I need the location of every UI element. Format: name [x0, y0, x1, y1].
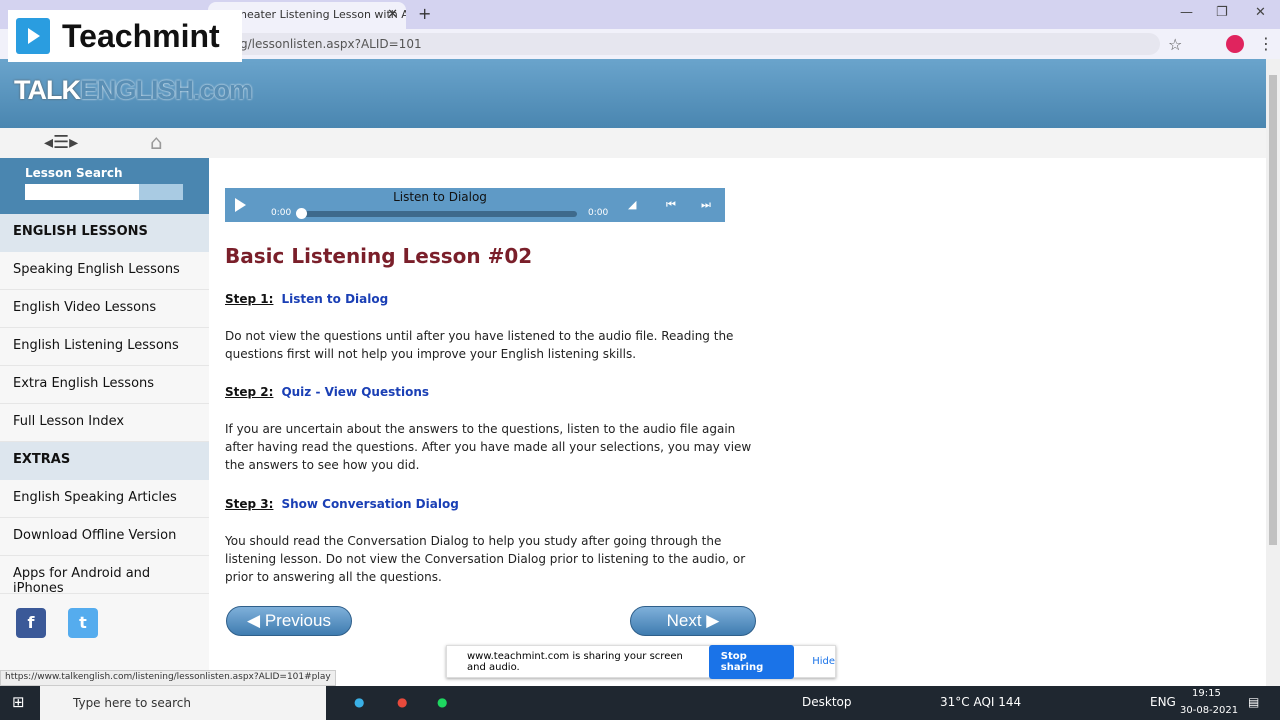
hide-button[interactable]: Hide — [812, 656, 835, 667]
edge-icon[interactable]: ● — [354, 695, 364, 709]
previous-button[interactable]: ◀ Previous — [226, 606, 352, 636]
share-text: www.teachmint.com is sharing your screen… — [467, 650, 683, 673]
spotify-icon[interactable]: ● — [437, 695, 447, 709]
duration: 0:00 — [588, 208, 609, 218]
facebook-icon[interactable]: f — [16, 608, 46, 638]
tab-close-icon[interactable]: ✕ — [387, 7, 398, 22]
conversation-link[interactable]: Show Conversation Dialog — [281, 497, 458, 511]
star-icon[interactable]: ☆ — [1168, 35, 1182, 54]
desktop-toolbar[interactable]: Desktop — [802, 695, 852, 709]
sidebar-item[interactable]: English Speaking Articles — [0, 480, 209, 518]
new-tab-button[interactable]: + — [418, 4, 431, 23]
player-title: Listen to Dialog — [393, 190, 487, 204]
sidebar-item[interactable]: Apps for Android and iPhones — [0, 556, 209, 596]
status-url: https://www.talkenglish.com/listening/le… — [0, 670, 336, 686]
lesson-search-label: Lesson Search — [25, 166, 123, 180]
previous-track-icon[interactable]: ⏮ — [666, 198, 676, 212]
volume-icon[interactable]: ◢ — [628, 198, 636, 211]
step-2-text: If you are uncertain about the answers t… — [225, 422, 752, 472]
step-1-text: Do not view the questions until after yo… — [225, 329, 734, 361]
sidebar: Lesson Search ENGLISH LESSONS Speaking E… — [0, 158, 209, 670]
clock-time[interactable]: 19:15 — [1192, 688, 1221, 699]
teachmint-watermark: Teachmint — [8, 10, 242, 62]
menu-toggle-icon[interactable]: ◂☰▸ — [44, 132, 78, 153]
search-button[interactable] — [139, 184, 183, 200]
step-1: Step 1: Listen to Dialog — [225, 292, 389, 306]
sidebar-item[interactable]: Full Lesson Index — [0, 404, 209, 442]
chrome-icon[interactable]: ● — [397, 695, 407, 709]
scrollbar-thumb[interactable] — [1269, 75, 1277, 545]
step-3: Step 3: Show Conversation Dialog — [225, 497, 459, 511]
stop-sharing-button[interactable]: Stop sharing — [708, 644, 795, 679]
sidebar-item[interactable]: Extra English Lessons — [0, 366, 209, 404]
audio-player: Listen to Dialog 0:00 0:00 ◢ ⏮ ⏭ — [225, 188, 725, 222]
twitter-icon[interactable]: t — [68, 608, 98, 638]
step-2: Step 2: Quiz - View Questions — [225, 385, 430, 399]
sidebar-item[interactable]: English Listening Lessons — [0, 328, 209, 366]
maximize-button[interactable]: ❐ — [1216, 5, 1228, 20]
url-field[interactable]: g/lessonlisten.aspx?ALID=101 — [210, 33, 1160, 55]
minimize-button[interactable]: — — [1180, 5, 1193, 20]
screen-share-banner: www.teachmint.com is sharing your screen… — [446, 644, 836, 679]
page-title: Basic Listening Lesson #02 — [225, 244, 533, 268]
listen-dialog-link[interactable]: Listen to Dialog — [281, 292, 388, 306]
home-icon[interactable]: ⌂ — [150, 130, 163, 154]
section-extras: EXTRAS — [0, 442, 209, 480]
window-close-button[interactable]: ✕ — [1255, 5, 1266, 20]
seek-handle[interactable] — [296, 208, 307, 219]
profile-avatar[interactable] — [1226, 35, 1244, 53]
clock-date[interactable]: 30-08-2021 — [1180, 705, 1238, 716]
taskbar-search[interactable]: Type here to search — [40, 686, 326, 720]
sidebar-item[interactable]: English Video Lessons — [0, 290, 209, 328]
step-3-text: You should read the Conversation Dialog … — [225, 534, 746, 584]
sidebar-item[interactable]: Download Offline Version — [0, 518, 209, 556]
seek-bar[interactable] — [296, 208, 577, 219]
notification-icon[interactable]: ▤ — [1248, 695, 1259, 709]
taskbar: ⊞ Type here to search ● ● ● Desktop 31°C… — [0, 686, 1280, 720]
teachmint-logo-icon — [16, 18, 50, 54]
site-logo[interactable]: TALKENGLISH.com — [14, 75, 253, 106]
nav-bar: ◂☰▸ ⌂ — [0, 128, 1266, 158]
language-indicator[interactable]: ENG — [1150, 695, 1176, 709]
next-button[interactable]: Next ▶ — [630, 606, 756, 636]
menu-icon[interactable]: ⋮ — [1258, 34, 1274, 53]
tab-title: heater Listening Lesson with Au — [240, 8, 406, 21]
current-time: 0:00 — [271, 208, 292, 218]
lesson-search: Lesson Search — [0, 158, 209, 214]
weather-widget[interactable]: 31°C AQI 144 — [940, 695, 1021, 709]
section-english-lessons: ENGLISH LESSONS — [0, 214, 209, 252]
quiz-link[interactable]: Quiz - View Questions — [281, 385, 429, 399]
site-header: TALKENGLISH.com — [0, 59, 1266, 128]
lesson-search-input[interactable] — [25, 184, 139, 200]
main-content: Listen to Dialog 0:00 0:00 ◢ ⏮ ⏭ Basic L… — [210, 158, 910, 670]
teachmint-brand: Teachmint — [62, 17, 220, 54]
scrollbar[interactable] — [1266, 59, 1280, 686]
windows-start-icon[interactable]: ⊞ — [12, 693, 25, 711]
sidebar-item[interactable]: Speaking English Lessons — [0, 252, 209, 290]
next-track-icon[interactable]: ⏭ — [701, 198, 711, 212]
